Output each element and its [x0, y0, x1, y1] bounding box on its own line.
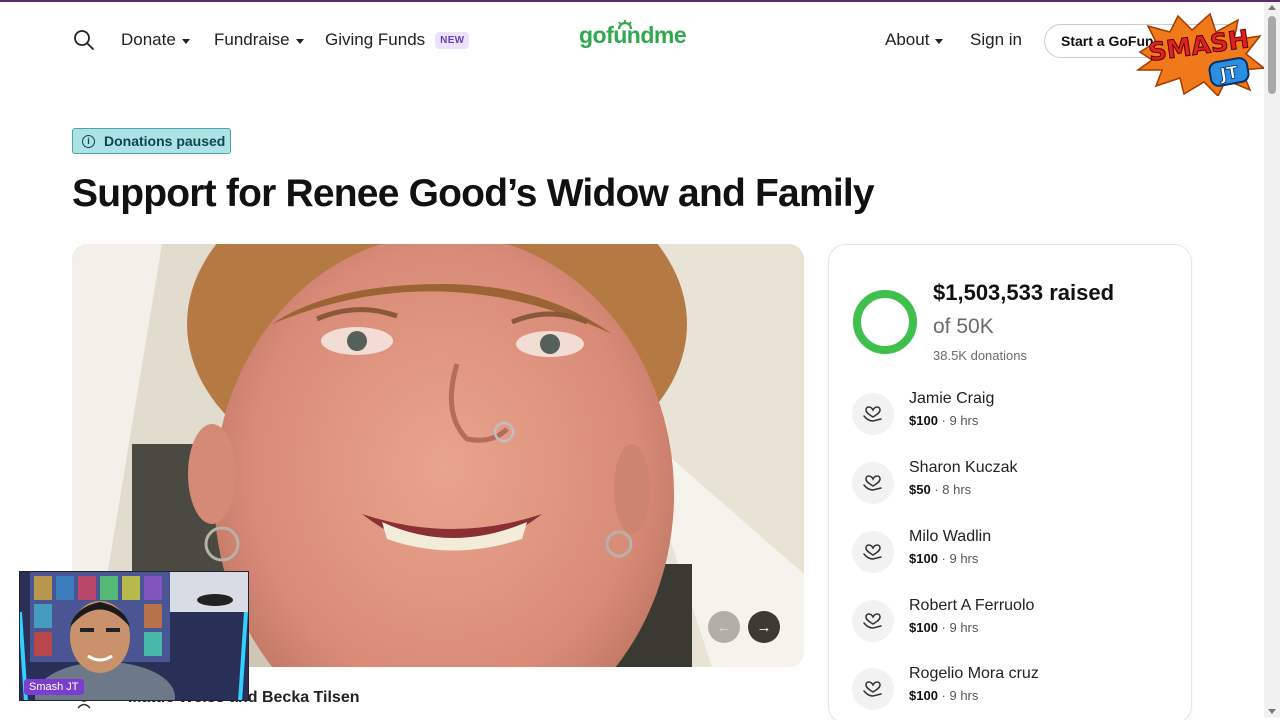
donation-meta: $100 · 9 hrs	[909, 688, 978, 703]
donation-list-item: Robert A Ferruolo $100 · 9 hrs	[852, 597, 1172, 645]
donation-count[interactable]: 38.5K donations	[933, 348, 1027, 363]
nav-sign-in-label: Sign in	[970, 30, 1022, 49]
donation-list-item: Sharon Kuczak $50 · 8 hrs	[852, 459, 1172, 507]
nav-about[interactable]: About	[885, 30, 944, 50]
page-scrollbar[interactable]	[1264, 2, 1280, 718]
donation-amount: $100	[909, 551, 938, 566]
nav-giving-funds[interactable]: Giving Funds NEW	[325, 30, 470, 50]
site-header: Donate Fundraise Giving Funds NEW gofund…	[0, 2, 1264, 78]
amount-raised: $1,503,533 raised	[933, 280, 1115, 305]
carousel-next-button[interactable]: →	[748, 611, 780, 643]
donor-name: Robert A Ferruolo	[909, 597, 1035, 614]
donation-time: 9 hrs	[949, 688, 979, 703]
meta-separator: ·	[930, 482, 943, 497]
nav-fundraise[interactable]: Fundraise	[214, 30, 304, 50]
chevron-down-icon	[181, 38, 190, 44]
webcam-name-label: Smash JT	[24, 679, 84, 695]
meta-separator: ·	[937, 413, 950, 428]
scroll-up-arrow-icon[interactable]	[1268, 5, 1276, 10]
donation-meta: $50 · 8 hrs	[909, 482, 971, 497]
donation-amount: $100	[909, 620, 938, 635]
donation-meta: $100 · 9 hrs	[909, 551, 978, 566]
meta-separator: ·	[937, 551, 950, 566]
donations-paused-label: Donations paused	[104, 133, 226, 149]
meta-separator: ·	[937, 688, 950, 703]
donation-amount: $50	[909, 482, 931, 497]
nav-fundraise-label: Fundraise	[214, 30, 290, 49]
donor-name: Jamie Craig	[909, 390, 995, 407]
donor-name: Rogelio Mora cruz	[909, 665, 1039, 682]
heart-hand-icon	[852, 462, 894, 504]
search-icon[interactable]	[72, 28, 96, 52]
heart-hand-icon	[852, 600, 894, 642]
donations-paused-badge: i Donations paused	[72, 128, 231, 154]
campaign-title: Support for Renee Good’s Widow and Famil…	[72, 172, 875, 215]
donation-meta: $100 · 9 hrs	[909, 413, 978, 428]
heart-hand-icon	[852, 668, 894, 710]
donation-meta: $100 · 9 hrs	[909, 620, 978, 635]
donation-amount: $100	[909, 688, 938, 703]
nav-donate-label: Donate	[121, 30, 176, 49]
donation-time: 9 hrs	[949, 620, 979, 635]
scroll-down-arrow-icon[interactable]	[1268, 709, 1276, 714]
new-badge: NEW	[435, 31, 470, 49]
carousel-prev-button[interactable]: ←	[708, 611, 740, 643]
donation-time: 8 hrs	[942, 482, 972, 497]
donation-list-item: Jamie Craig $100 · 9 hrs	[852, 390, 1172, 438]
scrollbar-thumb[interactable]	[1268, 16, 1276, 94]
donation-time: 9 hrs	[949, 551, 979, 566]
donation-time: 9 hrs	[949, 413, 979, 428]
chevron-down-icon	[295, 38, 304, 44]
logo-sun-icon	[617, 20, 633, 30]
chevron-down-icon	[935, 38, 944, 44]
fundraising-goal: of 50K	[933, 315, 994, 338]
donation-list-item: Milo Wadlin $100 · 9 hrs	[852, 528, 1172, 576]
jt-logo-text: JT	[1218, 62, 1241, 85]
donor-name: Sharon Kuczak	[909, 459, 1018, 476]
meta-separator: ·	[937, 620, 950, 635]
progress-ring	[853, 290, 917, 354]
smash-jt-logo: SMASH JT	[1135, 12, 1266, 96]
heart-hand-icon	[852, 393, 894, 435]
donation-list-item: Rogelio Mora cruz $100 · 9 hrs	[852, 665, 1172, 713]
nav-about-label: About	[885, 30, 930, 49]
nav-giving-funds-label: Giving Funds	[325, 30, 426, 49]
nav-donate[interactable]: Donate	[121, 30, 190, 50]
nav-sign-in[interactable]: Sign in	[970, 30, 1022, 50]
info-icon: i	[82, 134, 95, 148]
donation-amount: $100	[909, 413, 938, 428]
donor-name: Milo Wadlin	[909, 528, 992, 545]
heart-hand-icon	[852, 531, 894, 573]
